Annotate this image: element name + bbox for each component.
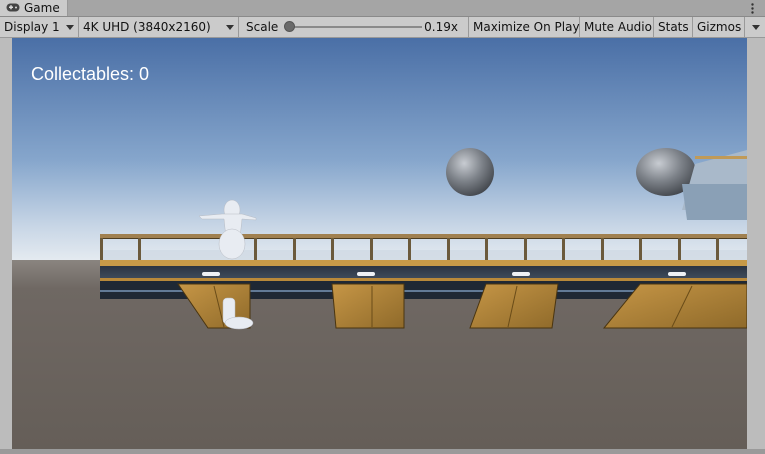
gizmos-button[interactable]: Gizmos bbox=[693, 17, 745, 37]
tab-game[interactable]: Game bbox=[0, 0, 68, 16]
gizmos-label: Gizmos bbox=[697, 20, 742, 34]
sphere-collectable bbox=[446, 148, 494, 196]
display-dropdown[interactable]: Display 1 bbox=[0, 17, 79, 37]
chevron-down-icon bbox=[66, 25, 74, 30]
chevron-down-icon bbox=[226, 25, 234, 30]
stats-button[interactable]: Stats bbox=[654, 17, 693, 37]
mute-audio-label: Mute Audio bbox=[584, 20, 652, 34]
collectables-counter: Collectables: 0 bbox=[31, 64, 150, 84]
resolution-dropdown[interactable]: 4K UHD (3840x2160) bbox=[79, 17, 239, 37]
display-dropdown-label: Display 1 bbox=[4, 20, 60, 34]
tab-bar: Game bbox=[0, 0, 765, 17]
game-scene bbox=[12, 38, 747, 449]
chevron-down-icon bbox=[752, 25, 760, 30]
gamepad-icon bbox=[6, 1, 24, 15]
scale-value: 0.19x bbox=[424, 20, 458, 34]
gizmos-dropdown[interactable] bbox=[745, 17, 765, 37]
scale-slider-handle[interactable] bbox=[284, 21, 295, 32]
resolution-dropdown-label: 4K UHD (3840x2160) bbox=[83, 20, 211, 34]
viewport-border-bottom bbox=[0, 449, 765, 454]
maximize-on-play-button[interactable]: Maximize On Play bbox=[469, 17, 580, 37]
viewport-border-left bbox=[0, 38, 12, 449]
tab-game-label: Game bbox=[24, 1, 60, 15]
far-surface bbox=[102, 250, 747, 260]
game-viewport[interactable]: Collectables: 0 bbox=[12, 38, 747, 449]
maximize-on-play-label: Maximize On Play bbox=[473, 20, 580, 34]
game-toolbar: Display 1 4K UHD (3840x2160) Scale 0.19x… bbox=[0, 17, 765, 38]
viewport-border-right bbox=[747, 38, 765, 449]
mute-audio-button[interactable]: Mute Audio bbox=[580, 17, 654, 37]
stats-label: Stats bbox=[658, 20, 689, 34]
scale-label: Scale bbox=[246, 20, 279, 34]
more-options-icon[interactable] bbox=[747, 0, 757, 16]
scale-slider-track[interactable] bbox=[290, 26, 422, 28]
